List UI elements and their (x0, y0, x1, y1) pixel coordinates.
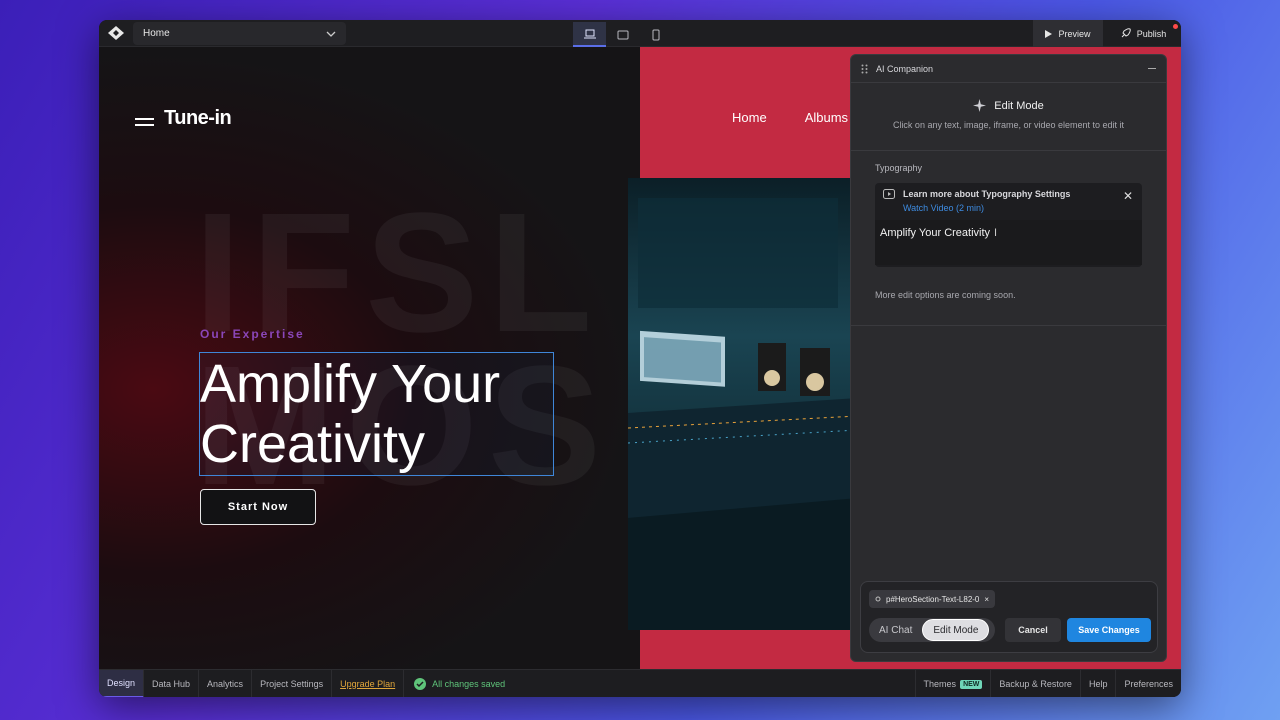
site-brand[interactable]: Tune-in (135, 107, 232, 130)
edit-mode-title: Edit Mode (994, 99, 1044, 112)
new-badge: NEW (960, 679, 983, 689)
headline-line-1: Amplify Your (200, 354, 501, 414)
text-edit-field[interactable]: Amplify Your Creativity I (875, 220, 1142, 265)
hero-headline[interactable]: Amplify Your Creativity (200, 354, 500, 474)
themes-label: Themes (923, 679, 957, 689)
notification-dot (1173, 24, 1178, 29)
panel-header[interactable]: AI Companion (851, 55, 1166, 83)
chip-label: p#HeroSection-Text-L82-0 (886, 594, 980, 604)
status-bar: Design Data Hub Analytics Project Settin… (99, 669, 1181, 697)
publish-button[interactable]: Publish (1105, 20, 1181, 47)
preview-button[interactable]: Preview (1033, 20, 1103, 47)
mobile-view-button[interactable] (639, 22, 672, 47)
edit-mode-subtitle: Click on any text, image, iframe, or vid… (892, 120, 1125, 130)
minimize-icon[interactable] (1148, 68, 1156, 69)
save-status: All changes saved (404, 677, 515, 690)
play-icon (1045, 29, 1053, 38)
chip-remove-icon[interactable]: × (984, 595, 989, 604)
hamburger-menu-icon[interactable] (135, 117, 154, 126)
learn-card: Learn more about Typography Settings Wat… (875, 183, 1142, 267)
text-cursor-icon: I (994, 227, 998, 239)
ai-companion-panel: AI Companion Edit Mode Click on any text… (850, 54, 1167, 662)
tab-design[interactable]: Design (99, 669, 145, 697)
tab-data-hub[interactable]: Data Hub (144, 669, 200, 697)
phone-icon (652, 29, 659, 40)
status-bar-right: Themes NEW Backup & Restore Help Prefere… (914, 670, 1181, 697)
close-icon[interactable]: ✕ (1123, 189, 1133, 203)
more-options-note: More edit options are coming soon. (875, 290, 1016, 300)
preferences-button[interactable]: Preferences (1115, 670, 1181, 697)
brand-name: Tune-in (164, 107, 232, 129)
video-icon (883, 189, 895, 199)
panel-action-box: p#HeroSection-Text-L82-0 × AI Chat Edit … (860, 581, 1158, 653)
site-nav: Home Albums (732, 110, 848, 125)
edit-mode-header: Edit Mode Click on any text, image, ifra… (851, 83, 1166, 151)
headline-line-2: Creativity (200, 414, 426, 474)
element-icon (875, 596, 881, 602)
device-switcher (573, 22, 672, 47)
studio-illustration (628, 178, 858, 630)
laptop-icon (583, 29, 596, 38)
app-logo-icon[interactable] (108, 26, 124, 40)
save-changes-button[interactable]: Save Changes (1067, 618, 1151, 642)
typography-label: Typography (875, 163, 923, 173)
tablet-icon (617, 30, 628, 39)
mode-toggle: AI Chat Edit Mode (869, 618, 995, 642)
rocket-icon (1121, 28, 1131, 38)
watch-video-link[interactable]: Watch Video (2 min) (903, 203, 1070, 213)
page-selector-value: Home (143, 28, 170, 39)
check-circle-icon (414, 677, 427, 690)
panel-title: AI Companion (876, 63, 934, 74)
studio-image[interactable] (628, 178, 858, 630)
drag-handle-icon[interactable] (861, 64, 868, 74)
backup-restore-button[interactable]: Backup & Restore (990, 670, 1080, 697)
upgrade-plan-link[interactable]: Upgrade Plan (332, 669, 405, 697)
preview-label: Preview (1058, 28, 1091, 39)
page-selector[interactable]: Home (133, 22, 346, 45)
desktop-view-button[interactable] (573, 22, 606, 47)
start-now-button[interactable]: Start Now (200, 489, 316, 525)
top-toolbar: Home Preview Publish (99, 20, 1181, 47)
learn-title: Learn more about Typography Settings (903, 189, 1071, 199)
help-button[interactable]: Help (1079, 670, 1116, 697)
tablet-view-button[interactable] (606, 22, 639, 47)
themes-button[interactable]: Themes NEW (914, 670, 991, 697)
tab-analytics[interactable]: Analytics (199, 669, 253, 697)
cancel-button[interactable]: Cancel (1005, 618, 1061, 642)
publish-label: Publish (1136, 28, 1167, 39)
mode-ai-chat[interactable]: AI Chat (869, 619, 922, 641)
nav-item-home[interactable]: Home (732, 110, 767, 125)
typography-section: Typography Learn more about Typography S… (851, 151, 1166, 326)
tab-project-settings[interactable]: Project Settings (252, 669, 333, 697)
sparkle-icon (973, 99, 987, 112)
save-status-label: All changes saved (432, 678, 506, 689)
selected-element-chip[interactable]: p#HeroSection-Text-L82-0 × (869, 590, 996, 608)
nav-item-albums[interactable]: Albums (805, 110, 848, 125)
mode-edit[interactable]: Edit Mode (922, 619, 990, 641)
text-edit-value: Amplify Your Creativity (880, 227, 991, 239)
chevron-down-icon (326, 31, 336, 37)
hero-eyebrow[interactable]: Our Expertise (200, 327, 305, 341)
